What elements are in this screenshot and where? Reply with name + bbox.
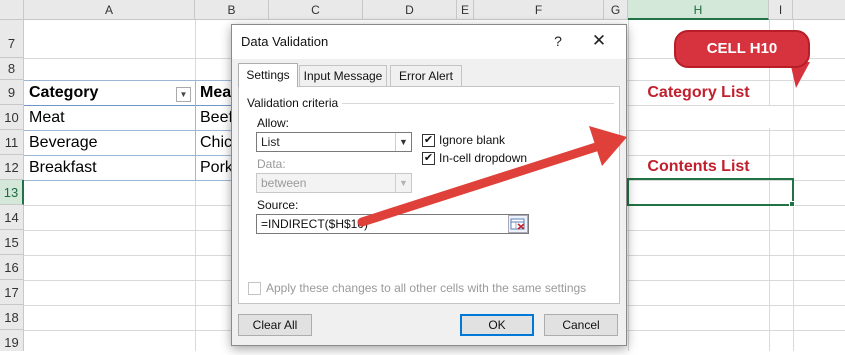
table-header-category[interactable]: Category xyxy=(25,81,195,105)
data-dropdown: between xyxy=(256,173,412,193)
allow-dropdown[interactable]: List xyxy=(256,132,412,152)
select-all-corner[interactable] xyxy=(0,0,24,20)
tab-settings[interactable]: Settings xyxy=(238,63,298,87)
column-header-i[interactable]: I xyxy=(769,0,793,20)
allow-value: List xyxy=(261,135,280,149)
table-cell[interactable]: Pork xyxy=(196,156,232,180)
data-value: between xyxy=(261,176,307,190)
row-header-7[interactable]: 7 xyxy=(0,20,24,58)
row-header-12[interactable]: 12 xyxy=(0,155,24,180)
column-header-a[interactable]: A xyxy=(24,0,195,20)
filter-dropdown-icon[interactable]: ▼ xyxy=(176,87,191,102)
chevron-down-icon[interactable]: ▼ xyxy=(395,133,411,151)
chevron-down-icon: ▼ xyxy=(395,174,411,192)
source-value: =INDIRECT($H$10) xyxy=(261,217,369,231)
column-header-h[interactable]: H xyxy=(628,0,769,20)
table-cell[interactable]: Chic xyxy=(196,131,232,155)
table-border xyxy=(24,180,234,181)
tab-error-alert[interactable]: Error Alert xyxy=(390,65,462,87)
row-header-9[interactable]: 9 xyxy=(0,80,24,105)
row-header-15[interactable]: 15 xyxy=(0,230,24,255)
column-header-d[interactable]: D xyxy=(363,0,457,20)
range-select-icon[interactable] xyxy=(508,215,528,233)
tab-input-message[interactable]: Input Message xyxy=(299,65,387,87)
row-header-18[interactable]: 18 xyxy=(0,305,24,330)
contents-list-label: Contents List xyxy=(647,158,750,175)
clear-all-button[interactable]: Clear All xyxy=(238,314,312,336)
row-header-13[interactable]: 13 xyxy=(0,180,24,205)
in-cell-dropdown-checkbox[interactable]: ✔ xyxy=(422,152,435,165)
table-cell[interactable]: Beverage xyxy=(25,131,195,155)
row-header-8[interactable]: 8 xyxy=(0,58,24,80)
source-label: Source: xyxy=(257,198,299,212)
validation-criteria-label: Validation criteria xyxy=(247,96,339,110)
row-header-14[interactable]: 14 xyxy=(0,205,24,230)
category-list-label: Category List xyxy=(647,84,750,101)
row-header-19[interactable]: 19 xyxy=(0,330,24,351)
apply-all-checkbox xyxy=(248,282,261,295)
table-cell[interactable]: Breakfast xyxy=(25,156,195,180)
ok-button[interactable]: OK xyxy=(460,314,534,336)
column-header-g[interactable]: G xyxy=(604,0,628,20)
apply-all-label: Apply these changes to all other cells w… xyxy=(266,281,587,295)
row-header-16[interactable]: 16 xyxy=(0,255,24,280)
ignore-blank-label: Ignore blank xyxy=(439,133,506,147)
row-header-10[interactable]: 10 xyxy=(0,105,24,130)
allow-label: Allow: xyxy=(257,116,290,130)
row-header-17[interactable]: 17 xyxy=(0,280,24,305)
table-cell[interactable]: Meat xyxy=(25,106,195,130)
help-button[interactable]: ? xyxy=(548,31,568,51)
column-header-f[interactable]: F xyxy=(474,0,604,20)
dialog-title: Data Validation xyxy=(241,34,329,49)
settings-panel xyxy=(238,86,620,304)
row-header-11[interactable]: 11 xyxy=(0,130,24,155)
column-header-blank xyxy=(793,0,845,20)
data-label: Data: xyxy=(257,157,286,171)
column-header-b[interactable]: B xyxy=(195,0,269,20)
table-cell[interactable]: Beef xyxy=(196,106,232,130)
close-icon[interactable]: ✕ xyxy=(588,31,610,51)
table-header-meat[interactable]: Mea xyxy=(196,81,232,105)
fill-handle[interactable] xyxy=(789,201,795,207)
active-cell-h13[interactable] xyxy=(627,178,794,206)
column-header-e[interactable]: E xyxy=(457,0,474,20)
cell-h10-callout: CELL H10 xyxy=(674,30,810,68)
in-cell-dropdown-label: In-cell dropdown xyxy=(439,151,528,165)
data-validation-dialog: Data Validation ? ✕ Input Message Error … xyxy=(231,24,627,346)
cell-h10[interactable] xyxy=(629,106,792,128)
cancel-button[interactable]: Cancel xyxy=(544,314,618,336)
ignore-blank-checkbox[interactable]: ✔ xyxy=(422,134,435,147)
group-divider xyxy=(342,103,614,104)
source-input[interactable]: =INDIRECT($H$10) xyxy=(256,214,529,234)
column-header-c[interactable]: C xyxy=(269,0,363,20)
gridline xyxy=(195,20,196,351)
